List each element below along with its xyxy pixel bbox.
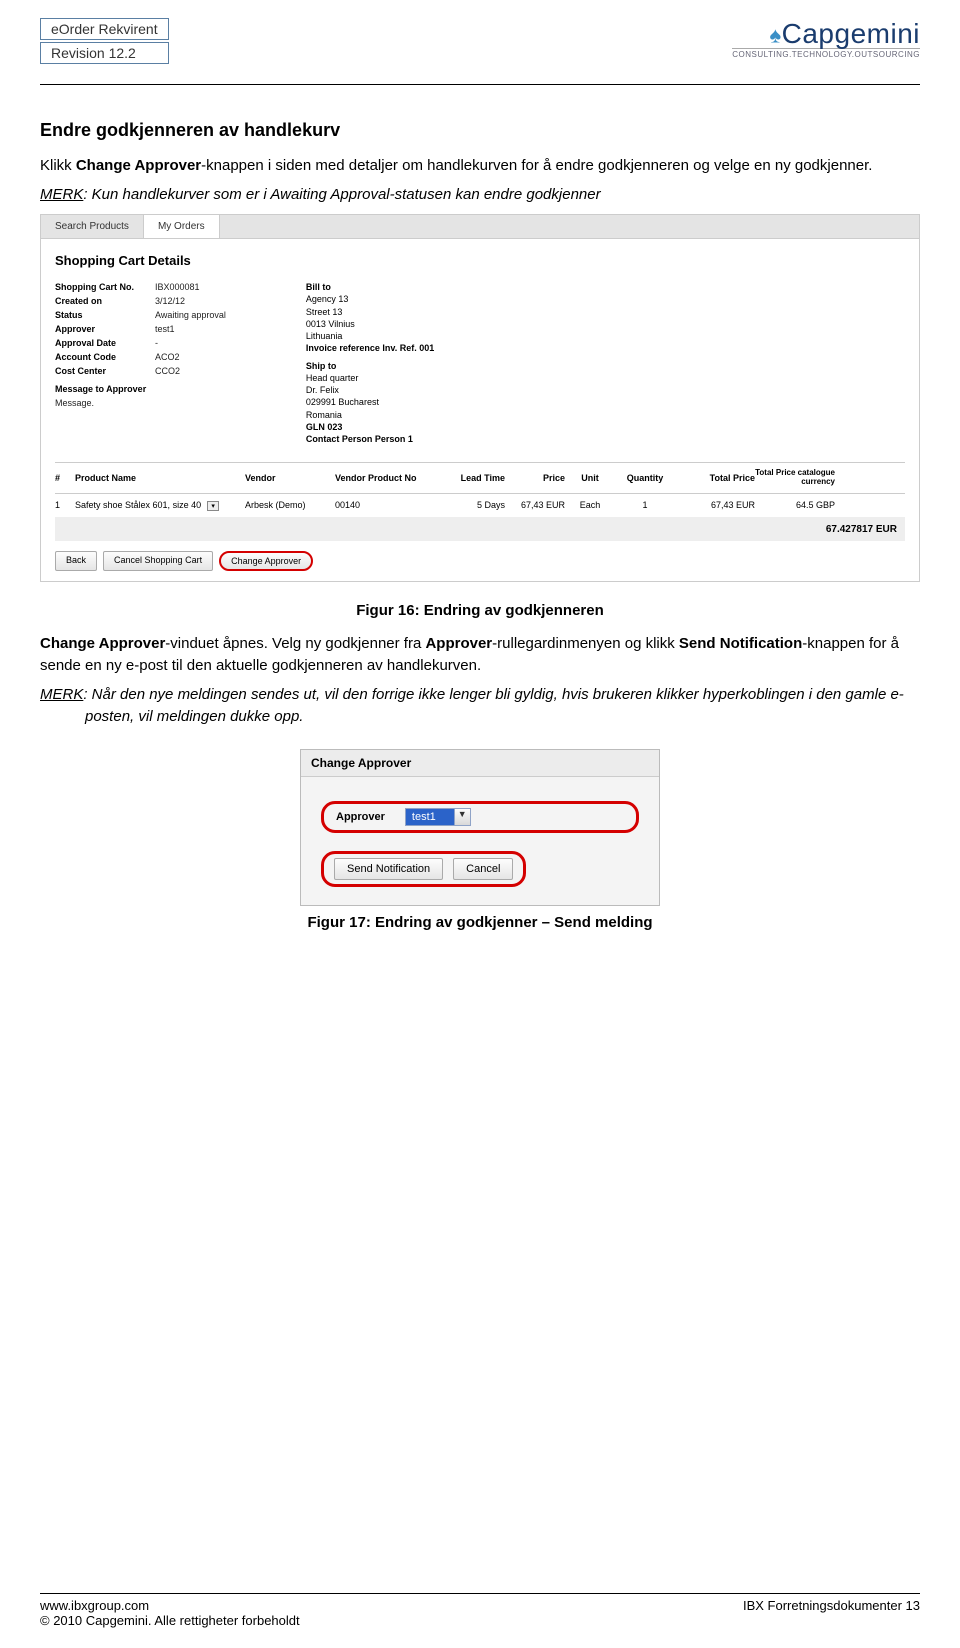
note-2: MERK: Når den nye meldingen sendes ut, v…	[40, 684, 920, 729]
figure-16-caption: Figur 16: Endring av godkjenneren	[40, 602, 920, 619]
cancel-cart-button[interactable]: Cancel Shopping Cart	[103, 551, 213, 571]
approver-label: Approver	[336, 811, 385, 823]
page-header: eOrder Rekvirent Revision 12.2 ♠Capgemin…	[40, 0, 920, 64]
back-button[interactable]: Back	[55, 551, 97, 571]
approver-field-highlight: Approver test1 ▼	[321, 801, 639, 833]
tab-search-products[interactable]: Search Products	[41, 215, 144, 238]
panel-title: Shopping Cart Details	[55, 253, 905, 268]
figure-17-caption: Figur 17: Endring av godkjenner – Send m…	[40, 914, 920, 931]
spade-icon: ♠	[769, 23, 781, 48]
cancel-button[interactable]: Cancel	[453, 858, 513, 880]
chevron-down-icon[interactable]: ▾	[207, 501, 219, 511]
grand-total: 67.427817 EUR	[55, 518, 905, 541]
footer-copyright: © 2010 Capgemini. Alle rettigheter forbe…	[40, 1613, 920, 1628]
dialog-title: Change Approver	[301, 750, 659, 777]
header-title: eOrder Rekvirent	[40, 18, 169, 40]
note-1: MERK: Kun handlekurver som er i Awaiting…	[40, 184, 920, 207]
screenshot-change-approver-dialog: Change Approver Approver test1 ▼ Send No…	[300, 749, 660, 906]
page-footer: www.ibxgroup.com IBX Forretningsdokument…	[40, 1593, 920, 1628]
footer-pageref: IBX Forretningsdokumenter 13	[743, 1598, 920, 1613]
dialog-buttons-highlight: Send Notification Cancel	[321, 851, 526, 887]
brand-logo: ♠Capgemini CONSULTING.TECHNOLOGY.OUTSOUR…	[732, 18, 920, 59]
approver-dropdown[interactable]: test1 ▼	[405, 808, 471, 826]
section-heading: Endre godkjenneren av handlekurv	[40, 120, 920, 141]
order-items-table: # Product Name Vendor Vendor Product No …	[55, 462, 905, 541]
header-revision: Revision 12.2	[40, 42, 169, 64]
screenshot-cart-details: Search Products My Orders Shopping Cart …	[40, 214, 920, 582]
change-approver-button[interactable]: Change Approver	[219, 551, 313, 571]
chevron-down-icon[interactable]: ▼	[454, 809, 470, 825]
send-notification-button[interactable]: Send Notification	[334, 858, 443, 880]
table-row: 1 Safety shoe Stålex 601, size 40▾ Arbes…	[55, 494, 905, 518]
tab-my-orders[interactable]: My Orders	[144, 215, 220, 238]
mid-paragraph: Change Approver-vinduet åpnes. Velg ny g…	[40, 633, 920, 678]
footer-url: www.ibxgroup.com	[40, 1598, 149, 1613]
intro-paragraph: Klikk Change Approver-knappen i siden me…	[40, 155, 920, 178]
